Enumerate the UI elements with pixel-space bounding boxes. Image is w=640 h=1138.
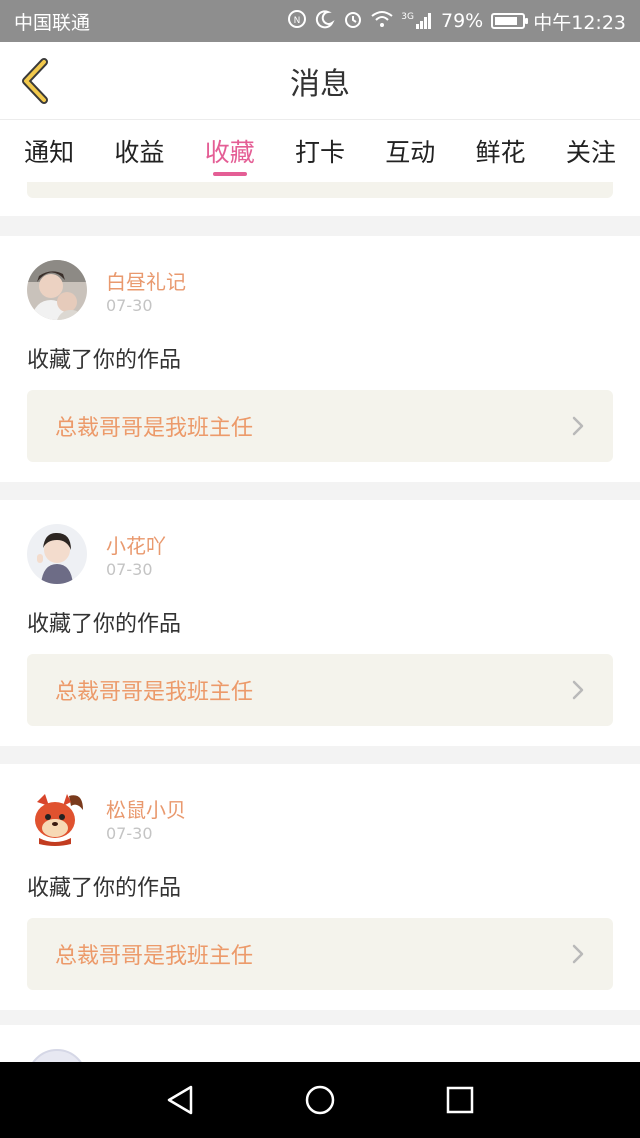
recents-square-icon [446,1086,474,1114]
action-text: 收藏了你的作品 [27,876,182,901]
battery-percent: 79% [441,10,484,32]
home-circle-icon [305,1085,335,1115]
message-date: 07-30 [106,560,153,579]
work-box-partial[interactable] [27,182,613,198]
action-text: 收藏了你的作品 [27,348,182,373]
action-text: 收藏了你的作品 [27,612,182,637]
nav-home-button[interactable] [290,1070,350,1130]
username[interactable]: 白昼礼记 [106,266,186,295]
tab-label: 互动 [385,138,436,167]
system-nav-bar [0,1062,640,1138]
avatar[interactable] [27,1049,87,1062]
nav-recents-button[interactable] [430,1070,490,1130]
username[interactable]: 松鼠小贝 [106,794,186,823]
work-link[interactable]: 总裁哥哥是我班主任 [27,390,613,462]
svg-text:N: N [294,16,301,26]
work-title: 总裁哥哥是我班主任 [55,680,254,705]
avatar[interactable] [27,524,87,584]
back-triangle-icon [167,1085,193,1115]
nav-back-button[interactable] [150,1070,210,1130]
clock-time: 中午12:23 [533,11,626,34]
nfc-icon: N [287,9,307,34]
message-card-partial [0,1025,640,1062]
network-label: 3G [401,12,414,22]
tab-favorites[interactable]: 收藏 [201,120,259,182]
tab-label: 鲜花 [475,138,526,167]
work-link[interactable]: 总裁哥哥是我班主任 [27,654,613,726]
message-card: 松鼠小贝 07-30 收藏了你的作品 总裁哥哥是我班主任 [0,764,640,1010]
tab-interaction[interactable]: 互动 [381,120,439,182]
message-card-partial [0,182,640,216]
tab-label: 通知 [24,138,75,167]
tab-label: 收益 [114,138,165,167]
tab-checkin[interactable]: 打卡 [291,120,349,182]
message-card: 白昼礼记 07-30 收藏了你的作品 总裁哥哥是我班主任 [0,236,640,482]
moon-icon [315,9,335,34]
work-link[interactable]: 总裁哥哥是我班主任 [27,918,613,990]
tab-following[interactable]: 关注 [562,120,620,182]
avatar[interactable] [27,788,87,848]
tab-flowers[interactable]: 鲜花 [472,120,530,182]
chevron-right-icon [572,944,584,964]
message-date: 07-30 [106,824,153,843]
tab-notifications[interactable]: 通知 [20,120,78,182]
page-title: 消息 [290,66,350,102]
header: 消息 [0,42,640,120]
wifi-icon [371,10,393,33]
message-card: 小花吖 07-30 收藏了你的作品 总裁哥哥是我班主任 [0,500,640,746]
tab-bar: 通知 收益 收藏 打卡 互动 鲜花 关注 [0,120,640,182]
alarm-icon [343,9,363,34]
chevron-left-icon [22,58,48,104]
chevron-right-icon [572,680,584,700]
signal-icon: 3G [401,12,433,30]
chevron-right-icon [572,416,584,436]
status-bar: 中国联通 N 3G 79% 中午12:23 [0,0,640,42]
avatar[interactable] [27,260,87,320]
tab-label: 打卡 [294,138,345,167]
message-date: 07-30 [106,296,153,315]
work-title: 总裁哥哥是我班主任 [55,416,254,441]
back-button[interactable] [14,58,54,104]
tab-label: 关注 [565,138,616,167]
work-title: 总裁哥哥是我班主任 [55,944,254,969]
carrier-label: 中国联通 [14,11,91,34]
battery-icon [491,13,529,29]
tab-earnings[interactable]: 收益 [110,120,168,182]
tab-label: 收藏 [204,138,255,167]
username[interactable]: 小花吖 [106,530,166,559]
message-list[interactable]: 白昼礼记 07-30 收藏了你的作品 总裁哥哥是我班主任 小花吖 07-30 收… [0,182,640,1062]
status-icons: N 3G 79% 中午12:23 [287,8,626,35]
